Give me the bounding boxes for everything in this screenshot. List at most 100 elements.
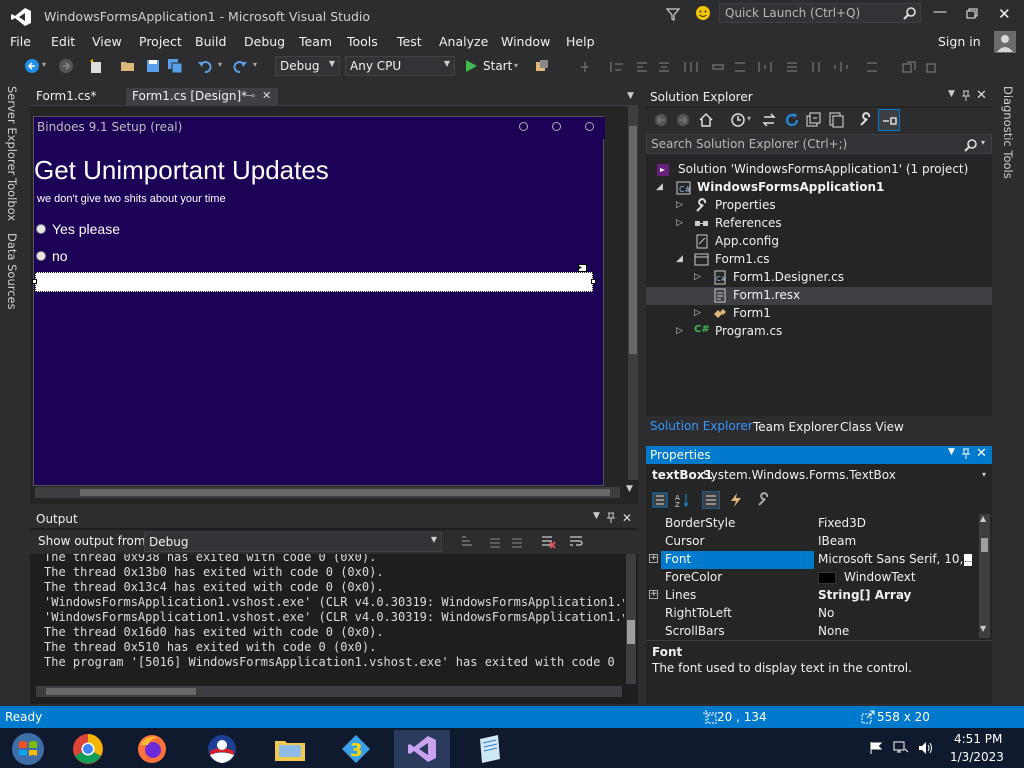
start-debug-button[interactable]: Start ▾ <box>462 57 524 77</box>
back-icon[interactable] <box>654 113 668 127</box>
flag-icon[interactable] <box>869 741 883 755</box>
pending-changes-icon[interactable] <box>730 112 746 128</box>
property-grid[interactable]: BorderStyle Fixed3D Cursor IBeam + Font … <box>646 514 980 638</box>
window-position-icon[interactable]: ▼ <box>948 447 955 457</box>
network-icon[interactable] <box>893 740 909 756</box>
tree-item-form1-resx[interactable]: Form1.resx <box>646 287 992 305</box>
chevron-down-icon[interactable]: ▾ <box>747 114 751 123</box>
ellipsis-button[interactable]: … <box>964 554 972 566</box>
close-panel-icon[interactable]: ✕ <box>976 88 987 103</box>
menu-build[interactable]: Build <box>195 34 226 49</box>
property-scroll-thumb[interactable] <box>981 538 988 552</box>
quick-launch-input[interactable]: Quick Launch (Ctrl+Q) <box>719 3 921 23</box>
solution-platform-select[interactable]: Any CPU ▼ <box>345 56 455 76</box>
sign-in-link[interactable]: Sign in <box>938 34 981 49</box>
form-heading[interactable]: Get Unimportant Updates <box>34 155 329 186</box>
toolbox-tab[interactable]: Toolbox <box>5 178 19 221</box>
collapsed-triangle-icon[interactable]: ▷ <box>676 200 683 210</box>
collapsed-triangle-icon[interactable]: ▷ <box>676 218 683 228</box>
menu-file[interactable]: File <box>10 34 31 49</box>
clear-all-icon[interactable] <box>540 534 556 550</box>
designer-vscrollbar[interactable] <box>628 106 638 480</box>
form-subtitle[interactable]: we don't give two shits about your time <box>37 193 226 205</box>
output-hscroll-thumb[interactable] <box>46 688 196 695</box>
tab-overflow-icon[interactable]: ▼ <box>627 91 634 101</box>
close-panel-icon[interactable]: ✕ <box>622 511 632 525</box>
close-tab-icon[interactable]: ✕ <box>262 89 271 102</box>
menu-project[interactable]: Project <box>139 34 182 49</box>
chevron-down-icon[interactable]: ▾ <box>981 138 985 147</box>
new-project-icon[interactable] <box>88 58 104 74</box>
menu-edit[interactable]: Edit <box>51 34 75 49</box>
refresh-icon[interactable] <box>784 112 800 128</box>
property-row-font[interactable]: + Font Microsoft Sans Serif, 10,25p … <box>646 551 976 569</box>
properties-wrench-icon[interactable] <box>858 112 874 128</box>
pin-icon[interactable] <box>606 512 616 524</box>
property-row-righttoleft[interactable]: RightToLeft No <box>646 605 976 623</box>
taskbar-chrome[interactable] <box>60 730 116 768</box>
tab-form1-design[interactable]: Form1.cs [Design]* ⊸ ✕ <box>126 88 278 106</box>
expanded-triangle-icon[interactable]: ◢ <box>676 254 683 264</box>
restore-button[interactable] <box>966 8 978 20</box>
clock-date[interactable]: 1/3/2023 <box>950 750 1004 764</box>
avatar[interactable] <box>994 31 1016 53</box>
sync-icon[interactable] <box>761 112 777 128</box>
word-wrap-icon[interactable] <box>568 534 584 550</box>
scroll-down-arrow-icon[interactable]: ▼ <box>980 624 986 633</box>
menu-help[interactable]: Help <box>566 34 595 49</box>
collapsed-triangle-icon[interactable]: ▷ <box>694 272 701 282</box>
output-vscroll-thumb[interactable] <box>627 620 635 644</box>
save-all-icon[interactable] <box>167 58 183 74</box>
collapsed-triangle-icon[interactable]: ▷ <box>676 326 683 336</box>
output-hscrollbar[interactable] <box>36 686 622 697</box>
taskbar-obama-app[interactable] <box>194 730 250 768</box>
volume-icon[interactable] <box>917 740 933 756</box>
form-preview[interactable]: Bindoes 9.1 Setup (real) Get Unimportant… <box>32 116 605 486</box>
designer-hscroll-thumb[interactable] <box>80 489 610 496</box>
tab-team-explorer[interactable]: Team Explorer <box>753 420 839 434</box>
designer-hscrollbar[interactable] <box>35 487 620 498</box>
menu-team[interactable]: Team <box>299 34 332 49</box>
property-row-scrollbars[interactable]: ScrollBars None <box>646 623 976 638</box>
menu-window[interactable]: Window <box>501 34 550 49</box>
clock-time[interactable]: 4:51 PM <box>954 732 1002 746</box>
back-arrow-icon[interactable] <box>24 58 40 74</box>
output-source-select[interactable]: Debug ▼ <box>144 532 442 552</box>
undo-icon[interactable] <box>197 58 213 74</box>
server-explorer-tab[interactable]: Server Explorer <box>5 86 19 175</box>
pin-icon[interactable] <box>961 90 971 102</box>
output-text-area[interactable]: The thread 0x938 has exited with code 0 … <box>30 554 624 684</box>
resize-handle-right[interactable] <box>591 279 596 284</box>
feedback-smiley-icon[interactable] <box>695 5 711 21</box>
window-position-icon[interactable]: ▼ <box>593 511 600 521</box>
start-button[interactable] <box>0 730 56 768</box>
expand-plus-icon[interactable]: + <box>649 554 658 563</box>
menu-tools[interactable]: Tools <box>347 34 378 49</box>
next-message-icon[interactable] <box>510 535 524 549</box>
tab-class-view[interactable]: Class View <box>840 420 904 434</box>
categorized-icon[interactable] <box>652 492 668 508</box>
data-sources-tab[interactable]: Data Sources <box>5 233 19 310</box>
open-folder-icon[interactable] <box>120 58 136 74</box>
events-lightning-icon[interactable] <box>728 492 744 508</box>
redo-icon[interactable] <box>232 58 248 74</box>
property-row-cursor[interactable]: Cursor IBeam <box>646 533 976 551</box>
property-row-forecolor[interactable]: ForeColor WindowText <box>646 569 976 587</box>
scroll-up-arrow-icon[interactable]: ▲ <box>980 514 986 523</box>
solution-search-input[interactable]: Search Solution Explorer (Ctrl+;) ▾ <box>646 134 992 154</box>
property-value-input[interactable]: Microsoft Sans Serif, 10,25p <box>818 552 970 566</box>
menu-analyze[interactable]: Analyze <box>439 34 488 49</box>
collapsed-triangle-icon[interactable]: ▷ <box>694 308 701 318</box>
pin-icon[interactable] <box>961 448 971 460</box>
menu-test[interactable]: Test <box>397 34 422 49</box>
find-message-icon[interactable] <box>460 535 474 549</box>
resize-handle-left[interactable] <box>32 279 37 284</box>
close-window-button[interactable]: ✕ <box>998 5 1011 23</box>
menu-view[interactable]: View <box>92 34 122 49</box>
home-icon[interactable] <box>698 112 714 128</box>
properties-view-icon[interactable] <box>702 491 720 509</box>
back-dropdown-icon[interactable]: ▾ <box>42 60 46 69</box>
preview-selected-items-button[interactable] <box>878 109 900 131</box>
property-row-lines[interactable]: + Lines String[] Array <box>646 587 976 605</box>
property-grid-scrollbar[interactable]: ▲ ▼ <box>979 514 990 638</box>
